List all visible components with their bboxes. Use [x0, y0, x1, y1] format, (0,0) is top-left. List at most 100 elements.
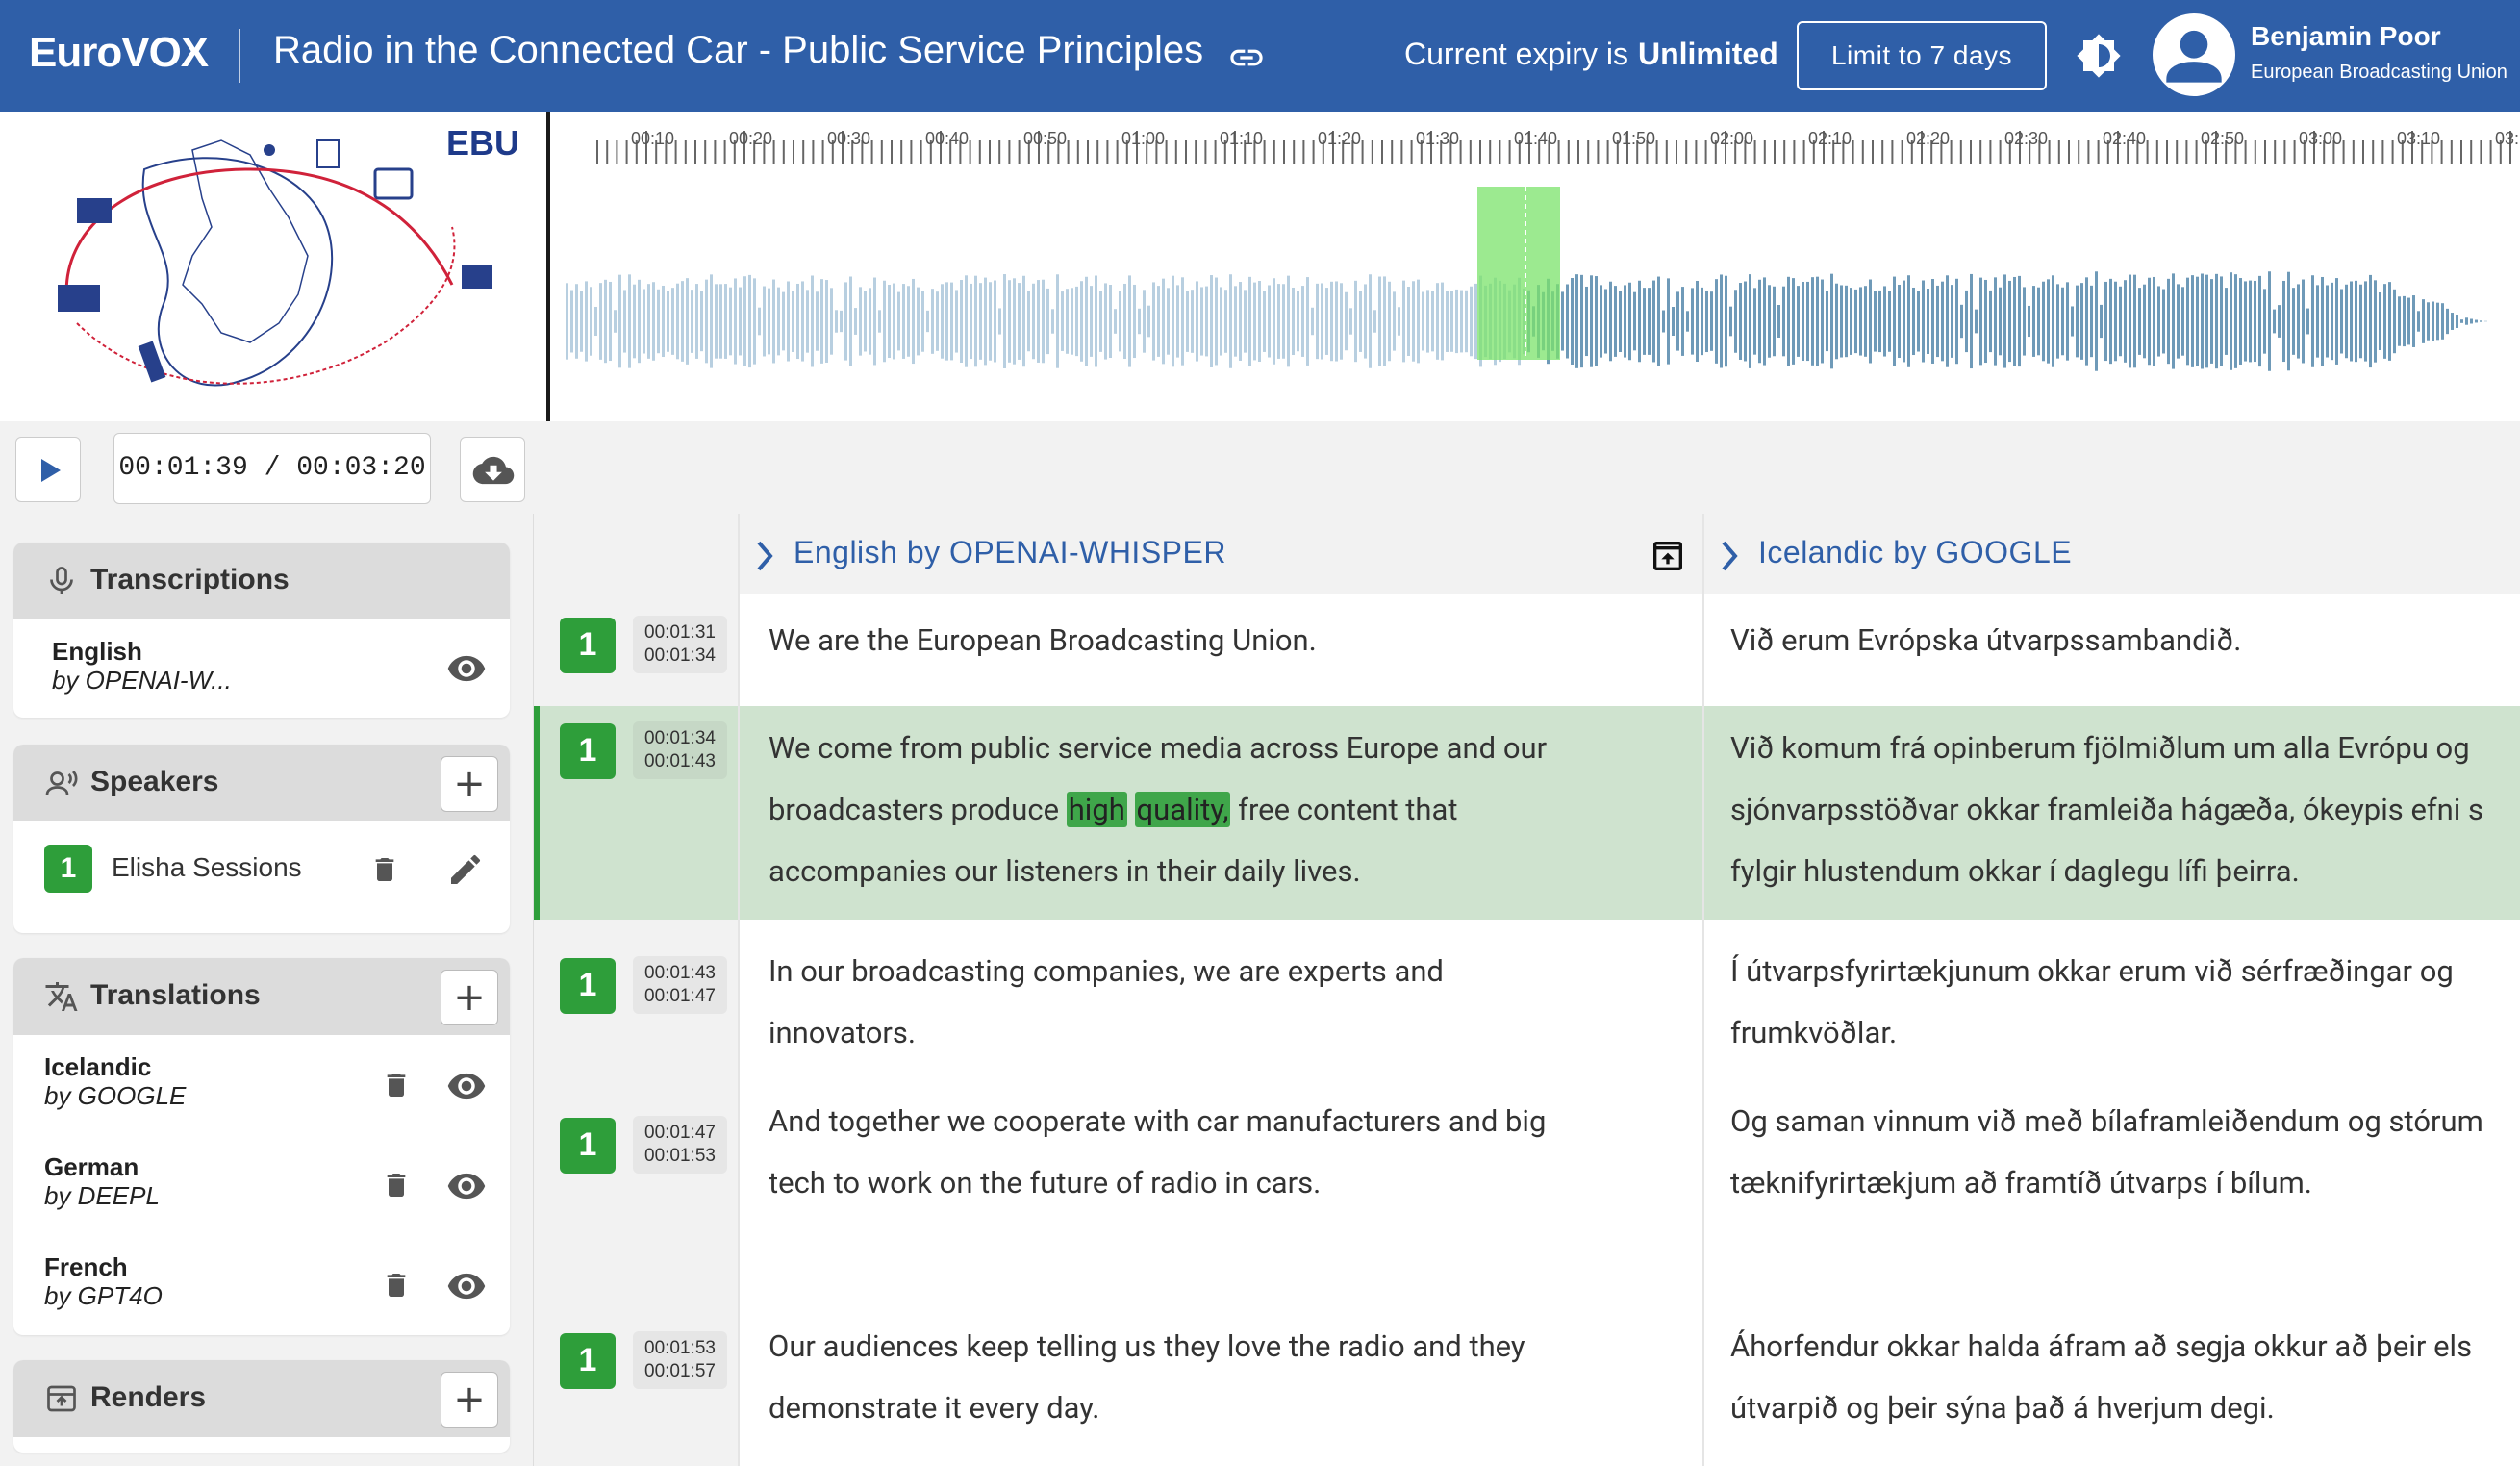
waveform-bar	[633, 284, 636, 359]
eye-icon[interactable]	[446, 648, 487, 689]
waveform-bar	[1590, 275, 1593, 367]
waveform-bar	[936, 291, 939, 351]
highlighted-word[interactable]: quality,	[1134, 792, 1231, 827]
speaker-item[interactable]: 1 Elisha Sessions	[13, 821, 510, 922]
waveform-bar	[739, 287, 742, 356]
chevron-right-icon[interactable]	[1718, 539, 1741, 573]
translated-text[interactable]: Við erum Evrópska útvarpssambandið.	[1730, 610, 2520, 671]
waveform-bar	[1412, 281, 1415, 362]
waveform-bar	[662, 285, 665, 358]
speaker-badge[interactable]: 1	[560, 723, 616, 779]
waveform-bar	[2287, 271, 2290, 371]
waveform-bar	[1672, 307, 1675, 336]
transcription-item-english[interactable]: English by OPENAI-W...	[13, 619, 510, 718]
translated-text[interactable]: Og saman vinnum við með bílaframleiðendu…	[1730, 1091, 2520, 1214]
transcript-segment[interactable]: 1 00:01:31 00:01:34 We are the European B…	[534, 594, 2520, 687]
play-button[interactable]	[15, 437, 81, 502]
speaker-badge[interactable]: 1	[560, 1118, 616, 1174]
waveform-bar	[1912, 287, 1915, 356]
translated-line: Við komum frá opinberum fjölmiðlum um al…	[1730, 730, 2470, 766]
translated-text[interactable]: Við komum frá opinberum fjölmiðlum um al…	[1730, 718, 2520, 902]
waveform-bar	[2470, 318, 2473, 324]
source-text[interactable]: In our broadcasting companies, we are ex…	[769, 941, 1663, 1064]
waveform-bar	[1027, 291, 1030, 352]
waveform-bar	[768, 288, 770, 355]
time-separator: /	[264, 453, 281, 483]
waveform-bar	[1297, 291, 1299, 352]
segment-timestamps[interactable]: 00:01:47 00:01:53	[633, 1116, 727, 1174]
transcript-segment[interactable]: 1 00:01:47 00:01:53 And together we coope…	[534, 1081, 2520, 1274]
limit-expiry-button[interactable]: Limit to 7 days	[1797, 21, 2047, 90]
waveform-bar	[1446, 291, 1449, 352]
delete-icon[interactable]	[381, 1068, 412, 1102]
translation-item-icelandic[interactable]: Icelandic by GOOGLE	[13, 1035, 510, 1135]
source-column-header[interactable]: English by OPENAI-WHISPER	[738, 514, 1702, 594]
eye-icon[interactable]	[446, 1266, 487, 1306]
waveform-bar	[763, 286, 766, 357]
segment-timestamps[interactable]: 00:01:34 00:01:43	[633, 721, 727, 779]
translated-text[interactable]: Áhorfendur okkar halda áfram að segja ok…	[1730, 1316, 2520, 1439]
translation-item-french[interactable]: French by GPT4O	[13, 1235, 510, 1335]
source-line: We come from public service media across…	[769, 730, 1548, 766]
add-translation-button[interactable]: +	[441, 970, 498, 1025]
eye-icon[interactable]	[446, 1066, 487, 1106]
user-avatar[interactable]	[2153, 13, 2235, 96]
waveform-bar	[2355, 280, 2357, 363]
transcript-segment-active[interactable]: 1 00:01:34 00:01:43 We come from public s…	[534, 706, 2520, 920]
waveform-canvas[interactable]: 00:10 00:20 00:30 00:40 00:50 01:00 01:10 01:20…	[554, 112, 2520, 421]
speakers-header[interactable]: Speakers +	[13, 745, 510, 821]
highlighted-word[interactable]: high	[1066, 792, 1127, 827]
ruler-label: 01:40	[1514, 129, 1557, 148]
segment-timestamps[interactable]: 00:01:53 00:01:57	[633, 1331, 727, 1389]
translated-text[interactable]: Í útvarpsfyrirtækjunum okkar erum við sé…	[1730, 941, 2520, 1064]
waveform-bar	[724, 284, 727, 359]
source-text[interactable]: We come from public service media across…	[769, 718, 1663, 902]
edit-icon[interactable]	[446, 850, 485, 889]
transcriptions-header[interactable]: Transcriptions	[13, 543, 510, 619]
translation-language: French	[44, 1252, 128, 1281]
waveform-bar	[618, 274, 621, 368]
export-icon[interactable]	[1649, 537, 1687, 575]
waveform-bar	[1008, 280, 1011, 363]
waveform-bar	[2292, 288, 2295, 355]
add-render-button[interactable]: +	[441, 1372, 498, 1428]
translation-column-header[interactable]: Icelandic by GOOGLE	[1702, 514, 2520, 594]
segment-timestamps[interactable]: 00:01:43 00:01:47	[633, 956, 727, 1014]
source-text[interactable]: And together we cooperate with car manuf…	[769, 1091, 1663, 1214]
waveform-bar	[758, 307, 761, 336]
add-speaker-button[interactable]: +	[441, 756, 498, 812]
waveform-bar	[989, 282, 992, 361]
download-button[interactable]	[460, 437, 525, 502]
waveform-bar	[1273, 278, 1275, 365]
transcript-segment[interactable]: 1 00:01:53 00:01:57 Our audiences keep te…	[534, 1295, 2520, 1466]
source-text[interactable]: Our audiences keep telling us they love …	[769, 1316, 1663, 1439]
translations-header[interactable]: Translations +	[13, 958, 510, 1035]
speaker-badge[interactable]: 1	[560, 958, 616, 1014]
waveform-bar	[994, 280, 996, 363]
eurovox-logo[interactable]: EuroVOX	[29, 29, 209, 77]
delete-icon[interactable]	[369, 852, 400, 887]
active-region[interactable]	[1477, 187, 1560, 360]
waveform-bar	[869, 288, 871, 355]
transcript-segment[interactable]: 1 00:01:43 00:01:47 In our broadcasting c…	[534, 931, 2520, 1075]
delete-icon[interactable]	[381, 1268, 412, 1302]
speaker-badge[interactable]: 1	[560, 1333, 616, 1389]
waveform-bar	[1850, 288, 1852, 355]
waveform-bar	[623, 290, 626, 353]
audio-waveform[interactable]: 00:10 00:20 00:30 00:40 00:50 01:00 01:10 01:20…	[554, 112, 2520, 421]
translation-item-german[interactable]: German by DEEPL	[13, 1135, 510, 1235]
link-icon[interactable]	[1227, 38, 1266, 77]
eye-icon[interactable]	[446, 1166, 487, 1206]
waveform-bar	[2119, 286, 2122, 357]
speaker-badge[interactable]: 1	[560, 618, 616, 673]
segment-timestamps[interactable]: 00:01:31 00:01:34	[633, 616, 727, 673]
delete-icon[interactable]	[381, 1168, 412, 1202]
waveform-bar	[1652, 280, 1655, 363]
chevron-right-icon[interactable]	[753, 539, 776, 573]
brightness-icon[interactable]	[2076, 33, 2122, 79]
waveform-bar	[1816, 276, 1819, 366]
waveform-bar	[1787, 276, 1790, 366]
source-text[interactable]: We are the European Broadcasting Union.	[769, 610, 1663, 671]
waveform-bar	[599, 283, 602, 360]
renders-header[interactable]: Renders +	[13, 1360, 510, 1437]
